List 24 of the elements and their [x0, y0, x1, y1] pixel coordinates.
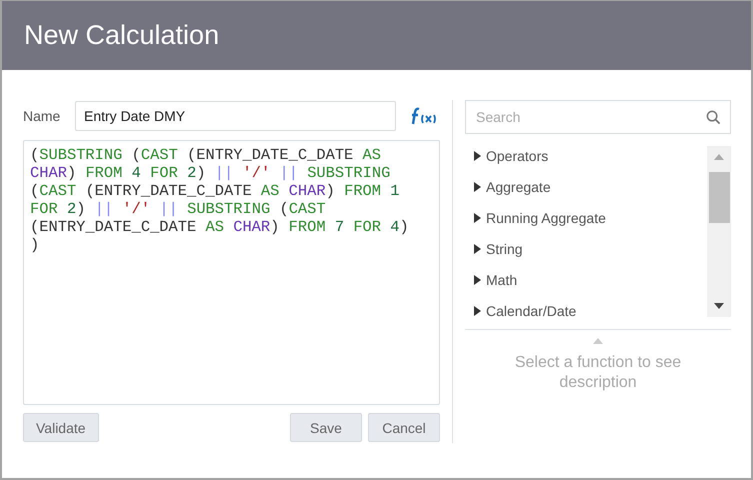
tree-item[interactable]: Aggregate [465, 177, 707, 208]
code-line: (CAST (ENTRY_DATE_C_DATE AS CHAR) FROM 1 [30, 182, 400, 200]
description-text: Select a function to see description [514, 353, 682, 393]
scrollbar[interactable] [707, 146, 731, 317]
name-field[interactable]: Entry Date DMY [75, 101, 396, 131]
tree-item[interactable]: Calendar/Date [465, 301, 707, 332]
name-label: Name [23, 108, 62, 124]
tree-item[interactable]: Operators [465, 146, 707, 177]
cancel-button[interactable]: Cancel [368, 413, 440, 442]
scroll-down-icon[interactable] [714, 303, 724, 309]
code-line: ) [30, 236, 40, 254]
search-icon[interactable] [706, 110, 721, 125]
code-editor[interactable]: (SUBSTRING (CAST (ENTRY_DATE_C_DATE AS CHAR) FROM 4 FOR 2) || '/' || SUBSTRING (CAST (ENTRY_DATE_C_DATE AS CHAR) FROM 1 FOR 2) || '/' || SUBSTRING (CAST (ENTRY_DATE_C_DATE AS CHAR) FROM 7 FOR 4) ) [23, 140, 440, 405]
tree-item[interactable]: Math [465, 270, 707, 301]
save-button[interactable]: Save [290, 413, 362, 442]
tree-item[interactable]: String [465, 239, 707, 270]
tree-item[interactable]: Running Aggregate [465, 208, 707, 239]
code-line: (ENTRY_DATE_C_DATE AS CHAR) FROM 7 FOR 4) [30, 218, 409, 236]
code-line: (SUBSTRING (CAST (ENTRY_DATE_C_DATE AS [30, 146, 382, 164]
code-line: FOR 2) || '/' || SUBSTRING (CAST [30, 200, 326, 218]
window-title: New Calculation [24, 20, 220, 51]
code-line: CHAR) FROM 4 FOR 2) || '/' || SUBSTRING [30, 164, 390, 182]
search-field[interactable]: Search [465, 100, 731, 134]
validate-button[interactable]: Validate [23, 413, 99, 442]
